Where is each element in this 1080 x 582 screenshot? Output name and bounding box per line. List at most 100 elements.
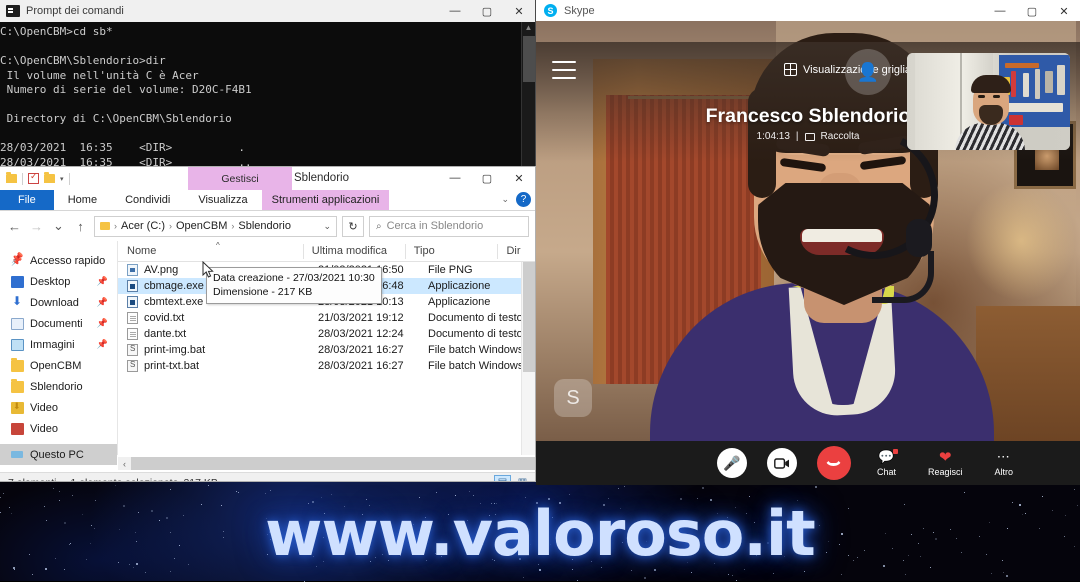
new-folder-icon[interactable]: [44, 172, 55, 183]
sidebar-item-label: Sblendorio: [30, 380, 83, 393]
help-icon[interactable]: ?: [516, 192, 531, 207]
details-view-icon[interactable]: ▤: [494, 475, 511, 481]
close-button[interactable]: ✕: [503, 0, 535, 22]
website-banner: www.valoroso.it: [0, 485, 1080, 581]
scrollbar-thumb[interactable]: [131, 457, 535, 470]
sidebar-item-questo-pc[interactable]: Questo PC: [0, 444, 117, 465]
explorer-file-list[interactable]: Nome ^ Ultima modifica Tipo Dir AV.png 21…: [118, 241, 535, 455]
file-row[interactable]: covid.txt 21/03/2021 19:12 Documento di te…: [118, 310, 535, 326]
sidebar-item-documenti[interactable]: Documenti 📌: [0, 313, 117, 334]
scrollbar-thumb[interactable]: [523, 36, 535, 82]
file-name-cell[interactable]: print-img.bat: [118, 344, 318, 356]
sidebar-item-label: Video: [30, 401, 58, 414]
pin-icon[interactable]: 📌: [97, 276, 108, 287]
scroll-left-icon[interactable]: ‹: [118, 459, 131, 469]
column-header-type[interactable]: Tipo: [404, 241, 498, 262]
close-button[interactable]: ✕: [1048, 0, 1080, 22]
file-list-horizontal-scrollbar[interactable]: ‹ ›: [118, 457, 535, 470]
scrollbar-thumb[interactable]: [523, 262, 535, 372]
chevron-down-icon[interactable]: ⌄: [501, 194, 509, 205]
sidebar-item-video[interactable]: Video: [0, 397, 117, 418]
column-header-name[interactable]: Nome ^: [118, 241, 303, 262]
recent-locations-button[interactable]: ⌄: [50, 218, 67, 234]
headset-microphone-boom: [872, 251, 934, 303]
search-input[interactable]: ⌕ Cerca in Sblendorio: [369, 215, 529, 237]
sidebar-item-desktop[interactable]: Desktop 📌: [0, 271, 117, 292]
chevron-down-icon[interactable]: ⌄: [323, 221, 331, 232]
sidebar-item-accesso-rapido[interactable]: 📌 Accesso rapido: [0, 250, 117, 271]
minimize-button[interactable]: —: [984, 0, 1016, 22]
ribbon-tab-visualizza[interactable]: Visualizza: [184, 190, 261, 210]
meta-separator: |: [795, 131, 799, 142]
back-button[interactable]: ←: [6, 219, 23, 234]
maximize-button[interactable]: ▢: [1016, 0, 1048, 22]
minimize-button[interactable]: —: [439, 167, 471, 189]
desktop-icon: [11, 275, 24, 288]
ribbon-tab-strumenti-applicazioni[interactable]: Strumenti applicazioni: [261, 190, 390, 210]
command-prompt-titlebar[interactable]: Prompt dei comandi — ▢ ✕: [0, 0, 535, 22]
file-list-vertical-scrollbar[interactable]: [521, 262, 535, 455]
ribbon-tab-home[interactable]: Home: [54, 190, 111, 210]
file-name-cell[interactable]: covid.txt: [118, 312, 318, 324]
close-button[interactable]: ✕: [503, 167, 535, 189]
properties-icon[interactable]: [28, 171, 39, 184]
microphone-button[interactable]: 🎤: [716, 448, 747, 478]
maximize-button[interactable]: ▢: [471, 167, 503, 189]
pin-icon[interactable]: 📌: [97, 297, 108, 308]
ribbon-tab-file[interactable]: File: [0, 190, 54, 210]
sidebar-item-opencbm[interactable]: OpenCBM: [0, 355, 117, 376]
scroll-up-icon[interactable]: ▲: [522, 22, 535, 34]
camera-button[interactable]: [766, 448, 797, 478]
add-person-button[interactable]: 👤: [845, 49, 891, 95]
column-header-size[interactable]: Dir: [497, 241, 535, 262]
pin-icon[interactable]: 📌: [97, 339, 108, 350]
sidebar-item-sblendorio[interactable]: Sblendorio: [0, 376, 117, 397]
file-name: print-img.bat: [144, 344, 206, 356]
quick-access-toolbar[interactable]: ▾: [0, 171, 70, 185]
pin-icon[interactable]: 📌: [97, 318, 108, 329]
breadcrumb-item-sblendorio[interactable]: Sblendorio: [238, 220, 291, 232]
command-prompt-scrollbar[interactable]: ▲: [521, 22, 535, 171]
chat-button[interactable]: 💬 Chat: [876, 448, 898, 477]
breadcrumb-item-opencbm[interactable]: OpenCBM: [176, 220, 227, 232]
refresh-button[interactable]: ↻: [342, 215, 364, 237]
file-row[interactable]: print-img.bat 28/03/2021 16:27 File batch …: [118, 342, 535, 358]
file-row[interactable]: dante.txt 28/03/2021 12:24 Documento di te…: [118, 326, 535, 342]
minimize-button[interactable]: —: [439, 0, 471, 22]
forward-button[interactable]: →: [28, 219, 45, 234]
breadcrumb[interactable]: › Acer (C:) › OpenCBM › Sblendorio ⌄: [94, 215, 337, 237]
file-row[interactable]: print-txt.bat 28/03/2021 16:27 File batch …: [118, 358, 535, 374]
large-icons-view-icon[interactable]: ▥: [514, 475, 531, 481]
chat-label: Chat: [876, 466, 896, 477]
sidebar-item-label: Desktop: [30, 275, 71, 288]
skype-main-video[interactable]: S Visualizzazione griglia ⌄ 👤 Francesco …: [536, 21, 1080, 441]
sidebar-item-immagini[interactable]: Immagini 📌: [0, 334, 117, 355]
explorer-address-bar: ← → ⌄ ↑ › Acer (C:) › OpenCBM › Sblendor…: [0, 211, 535, 241]
file-tooltip: Data creazione - 27/03/2021 10:30 Dimens…: [206, 267, 382, 304]
sidebar-item-download[interactable]: Download 📌: [0, 292, 117, 313]
exe-file-icon: [127, 280, 138, 292]
skype-titlebar[interactable]: S Skype — ▢ ✕: [536, 0, 1080, 21]
txt-file-icon: [127, 328, 138, 340]
end-call-button[interactable]: [816, 446, 851, 480]
ribbon-tab-condividi[interactable]: Condividi: [111, 190, 184, 210]
file-name: cbmage.exe: [144, 280, 204, 292]
file-type: File batch Windows: [428, 344, 524, 356]
explorer-titlebar[interactable]: ▾ Gestisci Sblendorio — ▢ ✕: [0, 167, 535, 190]
exe-file-icon: [127, 296, 138, 308]
up-button[interactable]: ↑: [72, 219, 89, 234]
file-name-cell[interactable]: print-txt.bat: [118, 360, 318, 372]
status-item-count: 7 elementi: [8, 477, 56, 482]
maximize-button[interactable]: ▢: [471, 0, 503, 22]
more-button[interactable]: ⋯ Altro: [995, 449, 1014, 477]
chevron-down-icon[interactable]: ▾: [60, 175, 64, 183]
hamburger-menu-icon[interactable]: [552, 61, 576, 79]
self-view-thumbnail[interactable]: [907, 53, 1070, 150]
file-name-cell[interactable]: dante.txt: [118, 328, 318, 340]
column-header-modified[interactable]: Ultima modifica: [302, 241, 405, 262]
react-button[interactable]: ❤ Reagisci: [928, 449, 963, 477]
divider: [68, 172, 70, 185]
sidebar-item-video[interactable]: Video: [0, 418, 117, 439]
tool: [1035, 69, 1040, 99]
breadcrumb-root[interactable]: Acer (C:): [121, 220, 165, 232]
